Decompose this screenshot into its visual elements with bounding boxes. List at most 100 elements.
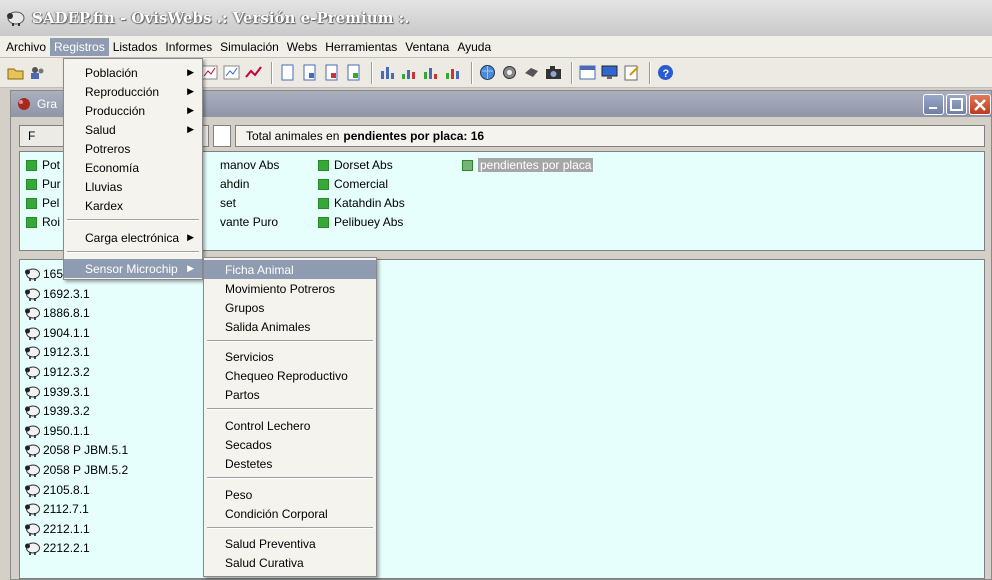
legend-item[interactable]: Roi [26,215,60,229]
list-item[interactable]: 2212.2.1 [24,540,90,556]
menu-item-poblacion[interactable]: Población ▶ [64,63,202,82]
tool-icon[interactable] [522,63,541,82]
legend-item[interactable]: vante Puro [220,215,278,229]
sheep-icon [25,425,40,438]
menu-item-partos[interactable]: Partos [204,385,376,404]
calendar-icon[interactable] [578,63,597,82]
close-button[interactable] [969,94,991,115]
menu-ventana[interactable]: Ventana [401,38,453,56]
list-item[interactable]: 1886.8.1 [24,305,90,321]
menu-item-label: Grupos [225,300,265,315]
menu-item-peso[interactable]: Peso [204,485,376,504]
list-item[interactable]: 1939.3.2 [24,403,90,419]
list-item-label: 1939.3.1 [43,384,90,399]
menu-listados[interactable]: Listados [109,38,162,56]
legend-item[interactable]: Pur [26,177,61,191]
menu-simulacion[interactable]: Simulación [216,38,283,56]
list-item[interactable]: 2105.8.1 [24,482,90,498]
menu-item-lluvias[interactable]: Lluvias [64,177,202,196]
legend-label: manov Abs [220,158,280,172]
people-icon[interactable] [28,63,47,82]
menu-item-secados[interactable]: Secados [204,435,376,454]
menu-item-label: Salud Curativa [225,555,304,570]
legend-swatch [318,178,329,190]
menu-item-salud[interactable]: Salud ▶ [64,120,202,139]
legend-label: Dorset Abs [334,158,393,172]
document-icon[interactable] [278,63,297,82]
trend-icon[interactable] [244,63,263,82]
list-item[interactable]: 2112.7.1 [24,501,89,517]
document-icon[interactable] [322,63,341,82]
document-icon[interactable] [344,63,363,82]
list-item[interactable]: 1904.1.1 [24,325,90,341]
list-item[interactable]: 1912.3.2 [24,364,90,380]
menu-item-salud-curativa[interactable]: Salud Curativa [204,553,376,572]
toolbar-separator [571,61,573,84]
chart-icon[interactable] [222,63,241,82]
bar-chart-icon[interactable] [378,63,397,82]
list-item-label: 1912.3.2 [43,365,90,379]
menu-separator [207,527,373,529]
list-item[interactable]: 2058 P JBM.5.1 [24,442,128,458]
legend-item[interactable]: Pelibuey Abs [318,215,403,229]
document-icon[interactable] [300,63,319,82]
list-item[interactable]: 1950.1.1 [24,423,90,439]
menu-item-grupos[interactable]: Grupos [204,298,376,317]
menu-item-control-lechero[interactable]: Control Lechero [204,416,376,435]
camera-icon[interactable] [544,63,563,82]
gear-icon[interactable] [500,63,519,82]
toolbar-separator [471,61,473,84]
notepad-icon[interactable] [622,63,641,82]
menu-item-reproduccion[interactable]: Reproducción ▶ [64,82,202,101]
menu-registros[interactable]: Registros [50,37,109,56]
legend-item-selected[interactable]: pendientes por placa [462,158,594,172]
legend-item[interactable]: Dorset Abs [318,158,393,172]
menu-item-chequeo-reproductivo[interactable]: Chequeo Reproductivo [204,366,376,385]
menu-ayuda[interactable]: Ayuda [453,38,495,56]
menu-item-condicion-corporal[interactable]: Condición Corporal [204,504,376,523]
menu-item-potreros[interactable]: Potreros [64,139,202,158]
monitor-icon[interactable] [600,63,619,82]
menu-item-movimiento-potreros[interactable]: Movimiento Potreros [204,279,376,298]
legend-item[interactable]: manov Abs [220,158,279,172]
legend-item[interactable]: set [220,196,236,210]
minimize-button[interactable] [923,94,944,115]
menu-item-carga-electronica[interactable]: Carga electrónica ▶ [64,228,202,247]
menu-item-ficha-animal[interactable]: Ficha Animal [204,260,376,279]
list-item[interactable]: 165 [24,266,63,282]
help-icon[interactable]: ? [656,63,675,82]
submenu-arrow-icon: ▶ [187,67,194,77]
legend-item[interactable]: Katahdin Abs [318,196,405,210]
legend-item[interactable]: Pot [26,158,60,172]
list-item[interactable]: 2058 P JBM.5.2 [24,462,128,478]
globe-icon[interactable] [478,63,497,82]
chart-icon[interactable] [422,63,441,82]
maximize-button[interactable] [946,94,967,115]
list-item[interactable]: 1939.3.1 [24,384,90,400]
menu-item-servicios[interactable]: Servicios [204,347,376,366]
list-item[interactable]: 1692.3.1 [24,286,90,302]
menu-webs[interactable]: Webs [283,38,321,56]
menu-item-sensor-microchip[interactable]: Sensor Microchip ▶ [64,259,202,278]
menu-herramientas[interactable]: Herramientas [321,38,401,56]
legend-item[interactable]: Pel [26,196,59,210]
legend-item[interactable]: ahdin [220,177,249,191]
folder-open-icon[interactable] [6,63,25,82]
menu-item-destetes[interactable]: Destetes [204,454,376,473]
menu-informes[interactable]: Informes [161,38,216,56]
legend-item[interactable]: Comercial [318,177,388,191]
chart-icon[interactable] [444,63,463,82]
chart-icon[interactable] [400,63,419,82]
menu-item-salud-preventiva[interactable]: Salud Preventiva [204,534,376,553]
list-item[interactable]: 2212.1.1 [24,521,90,537]
menu-item-economia[interactable]: Economía [64,158,202,177]
legend-swatch [462,159,473,171]
menu-item-produccion[interactable]: Producción ▶ [64,101,202,120]
menu-item-salida-animales[interactable]: Salida Animales [204,317,376,336]
menu-item-kardex[interactable]: Kardex [64,196,202,215]
list-item[interactable]: 1912.3.1 [24,344,90,360]
legend-label: Pel [42,196,60,210]
menu-item-label: Población [85,65,138,80]
filter-dropdown-button[interactable] [213,125,231,147]
menu-archivo[interactable]: Archivo [2,38,50,56]
